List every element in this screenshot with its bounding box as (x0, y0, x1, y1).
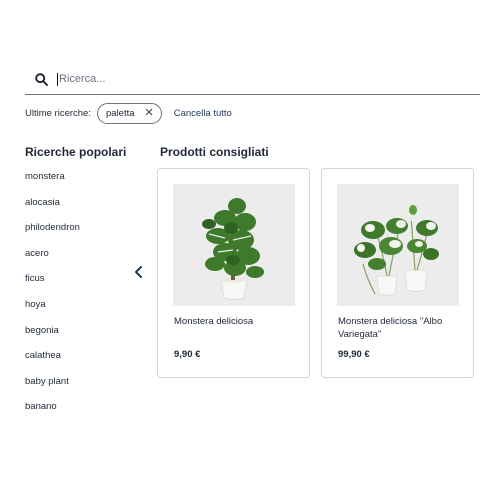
product-name[interactable]: Monstera deliciosa "Albo Variegata" (338, 315, 463, 341)
search-icon[interactable] (33, 71, 49, 87)
popular-search-item[interactable]: begonia (25, 324, 80, 350)
recommended-products-title: Prodotti consigliati (160, 145, 269, 159)
popular-search-item[interactable]: hoya (25, 298, 80, 324)
popular-search-item[interactable]: banano (25, 400, 80, 426)
product-price: 9,90 € (174, 349, 201, 360)
popular-search-item[interactable]: alocasia (25, 196, 80, 222)
product-image[interactable] (173, 184, 295, 306)
popular-searches-title: Ricerche popolari (25, 145, 127, 159)
recent-search-chip[interactable]: paletta ✕ (97, 102, 162, 124)
popular-search-item[interactable]: monstera (25, 170, 80, 196)
close-icon[interactable]: ✕ (145, 107, 154, 119)
product-price: 99,90 € (338, 349, 370, 360)
clear-all-link[interactable]: Cancella tutto (174, 108, 232, 119)
popular-searches-list: monstera alocasia philodendron acero fic… (25, 170, 80, 426)
popular-search-item[interactable]: baby plant (25, 375, 80, 401)
recent-searches: Ultime ricerche: paletta ✕ Cancella tutt… (25, 102, 232, 124)
product-card[interactable]: Monstera deliciosa "Albo Variegata" 99,9… (321, 168, 474, 378)
popular-search-item[interactable]: acero (25, 247, 80, 273)
recent-searches-label: Ultime ricerche: (25, 107, 91, 119)
search-bar[interactable] (25, 64, 480, 95)
chip-label: paletta (106, 107, 135, 119)
popular-search-item[interactable]: philodendron (25, 221, 80, 247)
product-image[interactable] (337, 184, 459, 306)
chevron-left-icon[interactable] (132, 264, 146, 280)
popular-search-item[interactable]: calathea (25, 349, 80, 375)
search-input[interactable] (59, 73, 439, 85)
product-name[interactable]: Monstera deliciosa (174, 315, 299, 328)
popular-search-item[interactable]: ficus (25, 272, 80, 298)
product-card[interactable]: Monstera deliciosa 9,90 € (157, 168, 310, 378)
text-caret (57, 72, 58, 86)
